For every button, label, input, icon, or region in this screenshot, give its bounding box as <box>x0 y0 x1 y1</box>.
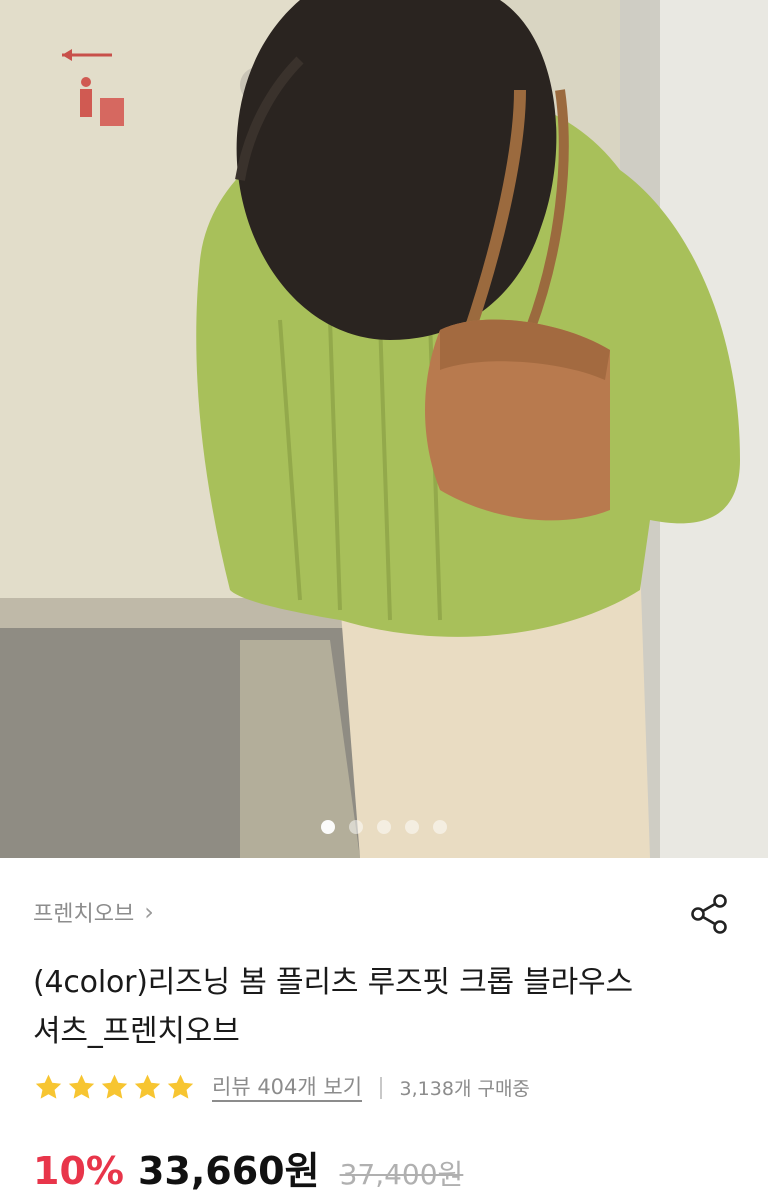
carousel-dot-1[interactable] <box>321 820 335 834</box>
star-icon <box>134 1074 161 1099</box>
star-icon <box>35 1074 62 1099</box>
share-button[interactable] <box>688 892 732 936</box>
product-photo <box>0 0 768 858</box>
star-icon <box>101 1074 128 1099</box>
seller-link[interactable]: 프렌치오브 › <box>33 896 154 928</box>
product-title: (4color)리즈닝 봄 플리츠 루즈핏 크롭 블라우스 셔츠_프렌치오브 <box>33 958 733 1056</box>
star-rating <box>33 1072 196 1103</box>
product-title-line-1: (4color)리즈닝 봄 플리츠 루즈핏 크롭 블라우스 <box>33 965 633 1000</box>
price-row: 10% 33,660원 37,400원 <box>33 1140 463 1195</box>
star-icon <box>167 1074 194 1099</box>
carousel-dot-4[interactable] <box>405 820 419 834</box>
carousel-dot-3[interactable] <box>377 820 391 834</box>
discount-rate: 10% <box>33 1149 124 1193</box>
carousel-dot-5[interactable] <box>433 820 447 834</box>
star-icon <box>68 1074 95 1099</box>
review-link[interactable]: 리뷰 404개 보기 <box>212 1074 363 1102</box>
carousel-dot-2[interactable] <box>349 820 363 834</box>
rating-row: 리뷰 404개 보기 3,138개 구매중 <box>33 1072 530 1103</box>
carousel-indicator <box>0 820 768 834</box>
chevron-right-icon: › <box>144 898 154 926</box>
product-title-line-2: 셔츠_프렌치오브 <box>33 1014 240 1049</box>
divider <box>380 1076 382 1099</box>
sale-price: 33,660원 <box>137 1149 320 1193</box>
purchase-count: 3,138개 구매중 <box>399 1078 530 1100</box>
share-icon <box>691 894 727 934</box>
original-price: 37,400원 <box>339 1158 464 1191</box>
product-image-carousel[interactable] <box>0 0 768 858</box>
seller-name: 프렌치오브 <box>33 902 135 927</box>
